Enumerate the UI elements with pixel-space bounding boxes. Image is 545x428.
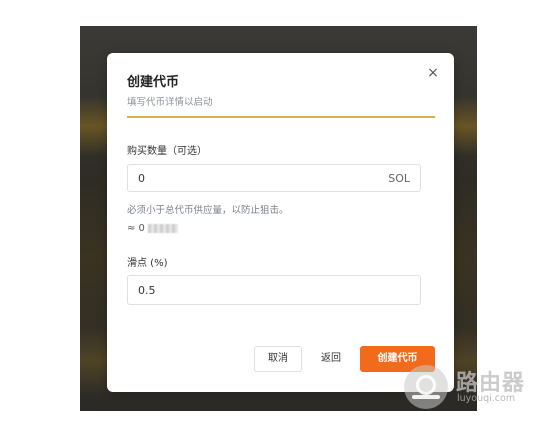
cancel-button[interactable]: 取消 (254, 346, 302, 372)
slippage-label: 滑点 (%) (127, 258, 168, 269)
slippage-input[interactable] (138, 276, 368, 304)
back-button[interactable]: 返回 (310, 346, 352, 372)
router-logo-icon (404, 365, 448, 409)
dialog-title: 创建代币 (127, 75, 180, 90)
close-icon[interactable]: × (425, 65, 441, 81)
logo-bar (412, 395, 440, 399)
title-divider (127, 116, 435, 118)
slippage-field (127, 275, 421, 305)
site-watermark: 路由器 luyouqi.com (404, 363, 539, 413)
buy-amount-field: SOL (127, 164, 421, 192)
redacted-value (147, 223, 178, 233)
buy-amount-estimate: ≈ 0 (127, 223, 178, 234)
buy-amount-hint: 必须小于总代币供应量，以防止狙击。 (127, 205, 289, 216)
buy-amount-input[interactable] (138, 165, 368, 191)
buy-amount-label: 购买数量（可选） (127, 146, 207, 157)
estimate-value: ≈ 0 (127, 223, 145, 234)
buy-amount-currency: SOL (388, 172, 410, 185)
screenshot-stage: 创建代币 填写代币详情以启动 × 购买数量（可选） SOL 必须小于总代币供应量… (0, 0, 545, 428)
watermark-url: luyouqi.com (457, 393, 516, 404)
create-token-dialog: 创建代币 填写代币详情以启动 × 购买数量（可选） SOL 必须小于总代币供应量… (107, 53, 454, 392)
dialog-subtitle: 填写代币详情以启动 (127, 97, 213, 108)
logo-ring (416, 375, 436, 395)
